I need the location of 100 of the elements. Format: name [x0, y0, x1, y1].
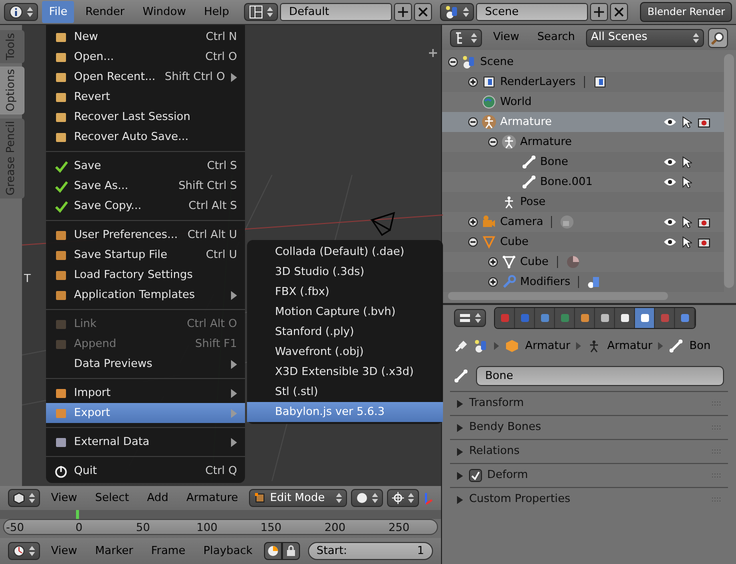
tree-item-label: Bone.001	[540, 174, 593, 190]
bone-icon	[669, 339, 684, 353]
tree-row[interactable]: Modifiers	[442, 272, 724, 292]
menu-button[interactable]: Armature	[179, 490, 245, 506]
menu-item[interactable]: Data Previews	[46, 354, 245, 374]
shelf-tab[interactable]: Tools	[0, 30, 24, 64]
menu-button[interactable]: View	[44, 490, 84, 506]
tree-item-label: Cube	[520, 254, 548, 270]
mode-dropdown[interactable]: Edit Mode	[249, 489, 347, 507]
menu-item[interactable]: User Preferences... Ctrl Alt U	[46, 225, 245, 245]
search-button[interactable]	[708, 28, 728, 48]
lock-button[interactable]	[282, 542, 300, 560]
add-button[interactable]	[394, 3, 412, 21]
panel-header[interactable]: Custom Properties	[450, 487, 728, 511]
menu-item[interactable]: Stl (.stl)	[247, 382, 443, 402]
menu-item-icon	[54, 50, 68, 64]
menu-item[interactable]: External Data	[46, 432, 245, 452]
menu-item-icon	[54, 435, 68, 449]
menu-button[interactable]: Marker	[88, 542, 140, 560]
menu-item[interactable]: X3D Extensible 3D (.x3d)	[247, 362, 443, 382]
properties-tab[interactable]	[615, 308, 636, 328]
shelf-tab[interactable]: Options	[0, 66, 24, 115]
menu-button[interactable]: Window	[136, 1, 193, 23]
menu-button[interactable]: Add	[140, 490, 176, 506]
frame-number: 250	[388, 520, 410, 536]
menu-button[interactable]: Help	[196, 1, 236, 23]
filter-dropdown[interactable]: All Scenes	[586, 28, 704, 46]
screen-type-button[interactable]	[244, 3, 278, 21]
properties-tab[interactable]	[635, 308, 656, 328]
breadcrumb-item[interactable]: Bon	[689, 338, 711, 354]
tree-row[interactable]: Bone	[442, 152, 724, 172]
render-engine-dropdown[interactable]: Blender Render	[640, 2, 732, 22]
pivot-dropdown[interactable]	[387, 489, 419, 507]
vertical-scrollbar[interactable]	[724, 54, 734, 288]
menu-button[interactable]: View	[486, 29, 526, 46]
menu-item[interactable]: Babylon.js ver 5.6.3	[247, 402, 443, 422]
breadcrumb-item[interactable]: Armatur	[607, 338, 652, 354]
name-field[interactable]: Bone	[476, 366, 724, 386]
menu-button[interactable]: File	[42, 1, 74, 23]
panel-header[interactable]: Bendy Bones	[450, 415, 728, 439]
menu-item[interactable]: Stanford (.ply)	[247, 322, 443, 342]
layout-field[interactable]: Default	[280, 3, 392, 21]
editor-type-button[interactable]	[454, 309, 486, 327]
menu-button[interactable]: Playback	[196, 542, 260, 560]
menu-item[interactable]: Save Startup File Ctrl U	[46, 245, 245, 265]
tree-row[interactable]: Cube	[442, 232, 724, 252]
properties-tab[interactable]	[595, 308, 616, 328]
menu-item[interactable]: Recover Auto Save...	[46, 127, 245, 147]
menu-item[interactable]: Save Copy... Ctrl Alt S	[46, 196, 245, 216]
menu-button[interactable]: Select	[88, 490, 136, 506]
scene-field[interactable]: Scene	[476, 3, 588, 21]
panel-header[interactable]: Transform	[450, 391, 728, 415]
shortcut-label: Ctrl Alt U	[187, 226, 237, 243]
menu-item[interactable]: Open... Ctrl O	[46, 47, 245, 67]
menu-item-icon	[54, 337, 68, 351]
keying-button[interactable]	[264, 542, 282, 560]
tree-row[interactable]: RenderLayers	[442, 72, 724, 92]
menu-item[interactable]: Collada (Default) (.dae)	[247, 242, 443, 262]
menu-button[interactable]: Frame	[144, 542, 192, 560]
panel-toggle-label[interactable]: T	[24, 271, 31, 288]
horizontal-scrollbar[interactable]	[448, 292, 668, 300]
clock-icon	[13, 545, 25, 557]
menu-item[interactable]: Motion Capture (.bvh)	[247, 302, 443, 322]
start-frame-field[interactable]: Start: 1	[308, 542, 434, 560]
menu-item[interactable]: Application Templates	[46, 285, 245, 305]
breadcrumb-item[interactable]: Armatur	[525, 338, 570, 354]
menu-item[interactable]: Open Recent... Shift Ctrl O	[46, 67, 245, 87]
screen-type-button[interactable]	[440, 3, 474, 21]
editor-type-button[interactable]	[8, 489, 40, 507]
tree-row[interactable]: Armature	[442, 112, 724, 132]
tree-row[interactable]: Pose	[442, 192, 724, 212]
panel-header[interactable]: Relations	[450, 439, 728, 463]
menu-item[interactable]: Recover Last Session	[46, 107, 245, 127]
menu-item[interactable]: Save As... Shift Ctrl S	[46, 176, 245, 196]
close-button[interactable]	[414, 3, 432, 21]
menu-button[interactable]: View	[44, 542, 84, 560]
shelf-tab[interactable]: Grease Pencil	[0, 118, 24, 198]
menu-item[interactable]: FBX (.fbx)	[247, 282, 443, 302]
menu-item[interactable]: Quit Ctrl Q	[46, 461, 245, 481]
panel-header[interactable]: Deform	[450, 463, 728, 487]
add-button[interactable]	[590, 3, 608, 21]
editor-type-button[interactable]	[450, 28, 482, 46]
menu-item[interactable]: New Ctrl N	[46, 27, 245, 47]
menu-item[interactable]: Revert	[46, 87, 245, 107]
editor-type-button[interactable]	[8, 542, 40, 560]
menu-item[interactable]: 3D Studio (.3ds)	[247, 262, 443, 282]
menu-item[interactable]: Load Factory Settings	[46, 265, 245, 285]
close-icon	[614, 7, 624, 17]
menu-item-icon	[54, 110, 68, 124]
menu-item[interactable]: Wavefront (.obj)	[247, 342, 443, 362]
camera-object-icon	[482, 215, 496, 229]
menu-item[interactable]: Save Ctrl S	[46, 156, 245, 176]
close-button[interactable]	[610, 3, 628, 21]
menu-button[interactable]: Search	[530, 29, 582, 46]
checkbox[interactable]	[469, 469, 482, 482]
editor-type-button[interactable]	[4, 3, 38, 21]
menu-button[interactable]: Render	[78, 1, 132, 23]
menu-item[interactable]: Import	[46, 383, 245, 403]
menu-item[interactable]: Export	[46, 403, 245, 423]
shading-dropdown[interactable]	[351, 489, 383, 507]
